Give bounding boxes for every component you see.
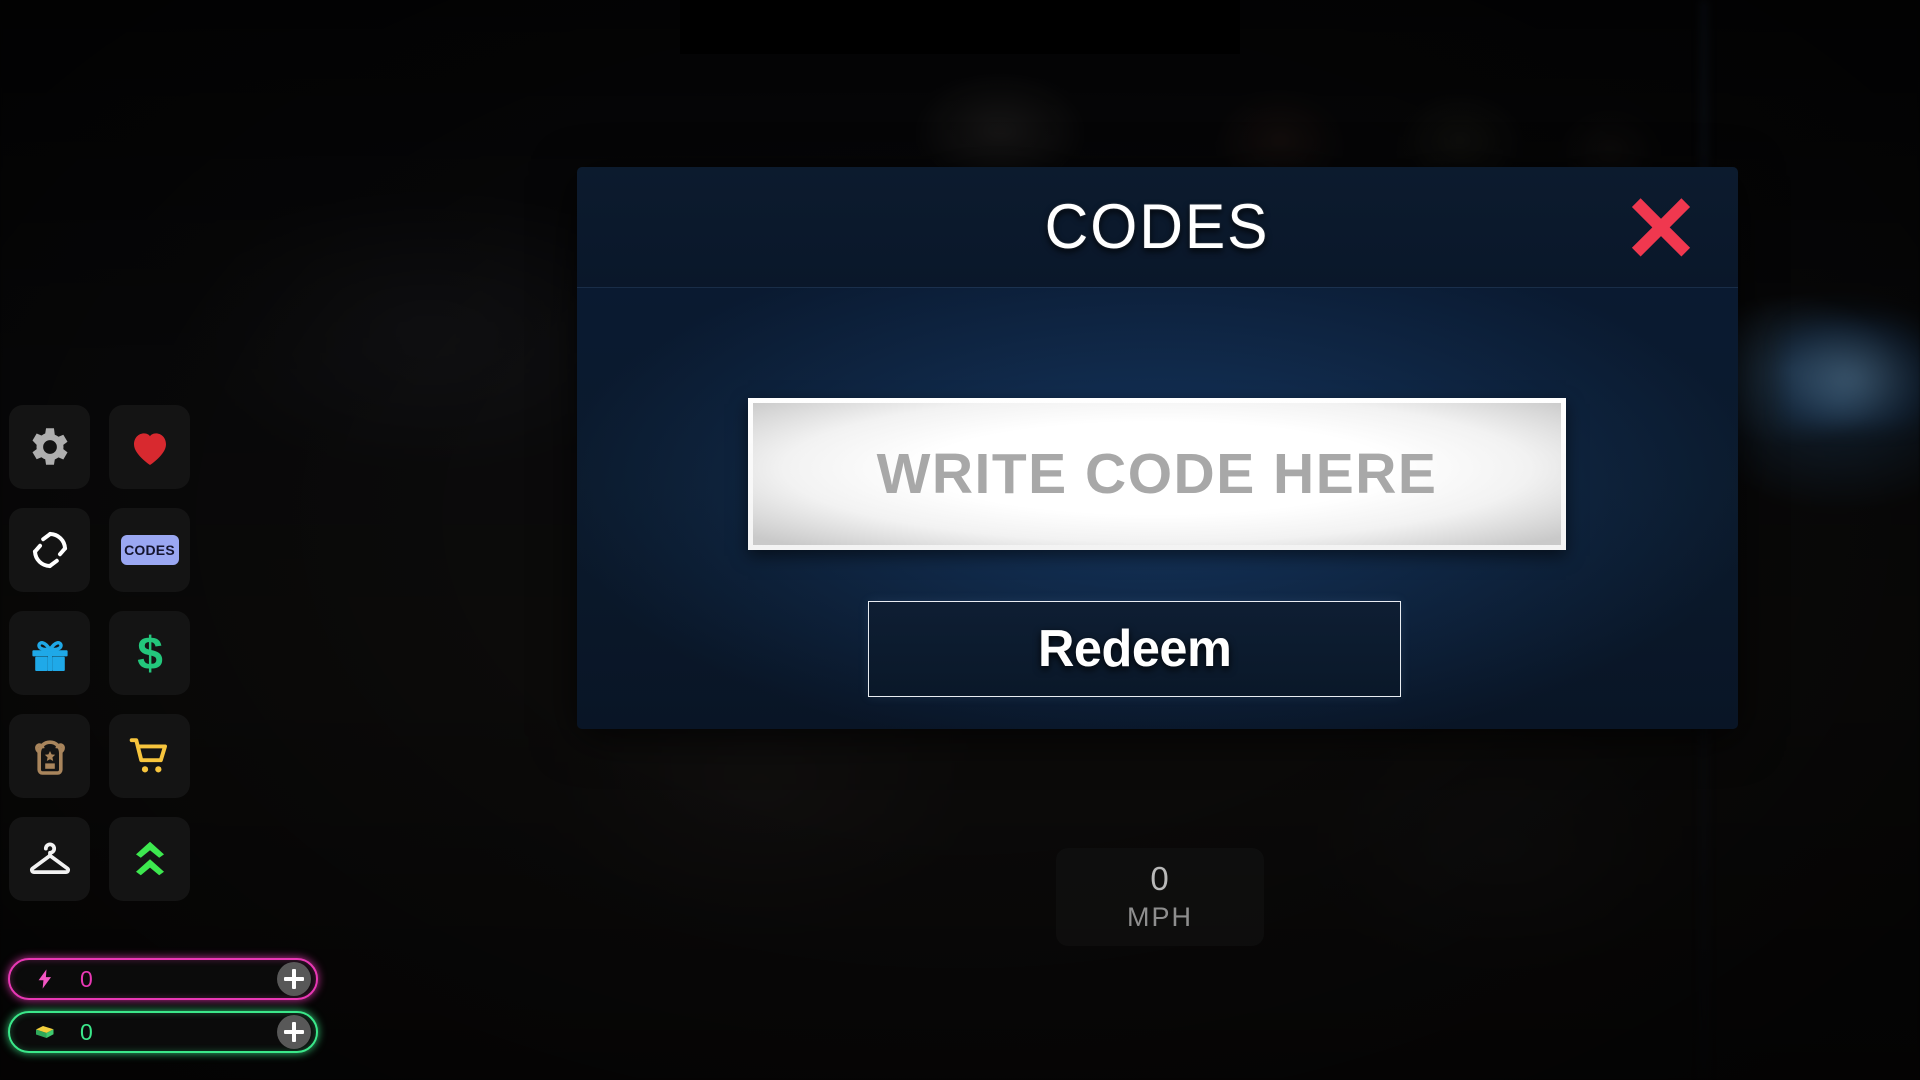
refresh-icon <box>26 526 74 574</box>
add-cash-button[interactable] <box>277 1015 311 1049</box>
currency-bar-cash[interactable]: 0 <box>8 1011 318 1053</box>
dollar-icon: $ <box>126 629 174 677</box>
speed-value: 0 <box>1150 859 1170 897</box>
sidebar-item-upgrades[interactable] <box>109 817 190 901</box>
dialog-title: CODES <box>1045 192 1270 262</box>
header-divider <box>577 287 1738 288</box>
redeem-button[interactable]: Redeem <box>868 601 1401 697</box>
sidebar-item-wardrobe[interactable] <box>9 817 90 901</box>
sidebar-item-codes[interactable]: CODES <box>109 508 190 592</box>
currency-bar-energy[interactable]: 0 <box>8 958 318 1000</box>
sidebar-item-favorites[interactable] <box>109 405 190 489</box>
gift-icon <box>26 629 74 677</box>
codes-dialog: CODES Redeem <box>577 167 1738 729</box>
chevrons-up-icon <box>126 835 174 883</box>
currency-value-cash: 0 <box>80 1018 93 1045</box>
code-input[interactable] <box>753 403 1561 545</box>
cart-icon <box>125 731 175 781</box>
heart-icon <box>126 423 174 471</box>
currency-value-energy: 0 <box>80 965 93 992</box>
sidebar-item-rejoin[interactable] <box>9 508 90 592</box>
speedometer: 0 MPH <box>1056 848 1264 946</box>
gear-icon <box>25 422 75 472</box>
dialog-header: CODES <box>577 167 1738 287</box>
svg-text:$: $ <box>137 629 163 677</box>
dialog-body: Redeem <box>577 287 1738 729</box>
lightning-bolt-icon <box>28 966 62 992</box>
hanger-icon <box>25 834 75 884</box>
codes-icon: CODES <box>120 535 179 565</box>
close-button[interactable] <box>1624 190 1698 264</box>
sidebar-item-settings[interactable] <box>9 405 90 489</box>
sidebar-icon-grid: CODES $ <box>9 405 190 901</box>
sidebar-item-money[interactable]: $ <box>109 611 190 695</box>
add-energy-button[interactable] <box>277 962 311 996</box>
sidebar-item-inventory[interactable] <box>9 714 90 798</box>
code-input-frame <box>748 398 1566 550</box>
sidebar-item-shop[interactable] <box>109 714 190 798</box>
close-x-icon <box>1625 189 1697 266</box>
speed-unit: MPH <box>1127 901 1193 932</box>
sidebar-item-gifts[interactable] <box>9 611 90 695</box>
backpack-icon <box>26 732 74 780</box>
money-stack-icon <box>28 1020 62 1044</box>
game-screen: CODES $ 0 0 0 MPH CODES WRITE CODE HERE … <box>0 0 1920 1080</box>
currency-bars: 0 0 <box>8 958 318 1053</box>
redeem-button-label: Redeem <box>1037 620 1232 678</box>
